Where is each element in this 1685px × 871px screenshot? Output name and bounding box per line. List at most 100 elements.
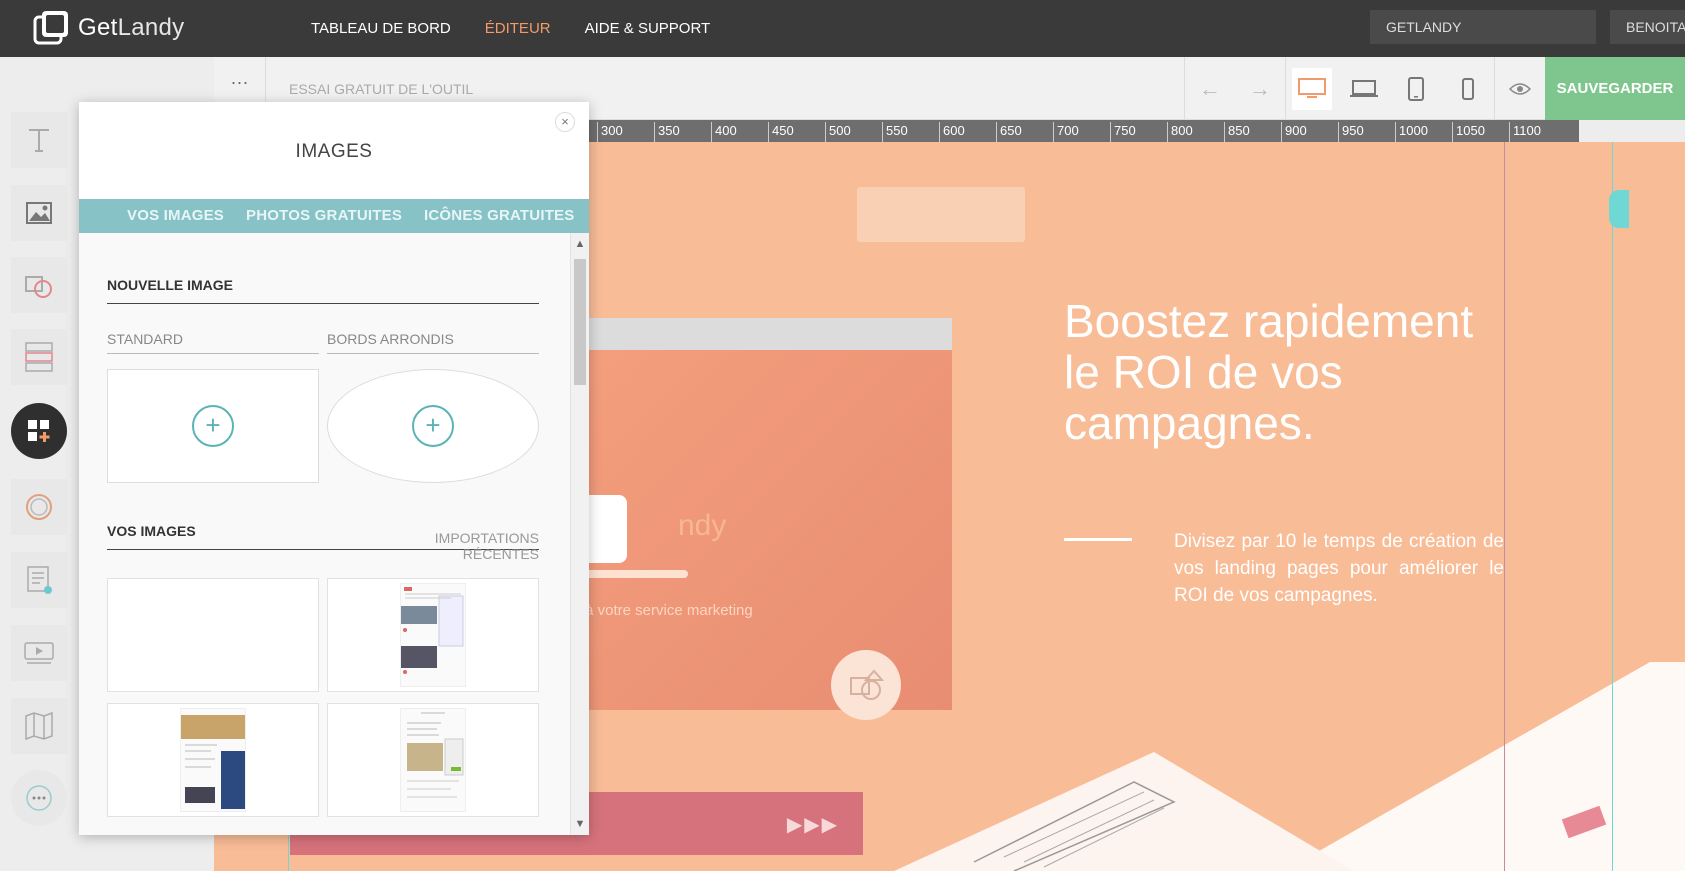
mockup-tagline: r à votre service marketing	[576, 602, 753, 619]
scroll-down-icon[interactable]: ▼	[571, 815, 589, 833]
eye-icon	[1509, 82, 1531, 95]
plus-icon: +	[192, 405, 234, 447]
desktop-icon	[1292, 67, 1332, 110]
save-button[interactable]: SAUVEGARDER	[1545, 57, 1685, 120]
more-tools-button[interactable]	[11, 770, 67, 826]
form-icon	[27, 566, 52, 594]
laptop-illustration	[874, 662, 1685, 871]
getlandy-logo[interactable]: GetLandy	[32, 8, 184, 48]
panel-scrollbar[interactable]: ▲ ▼	[570, 233, 589, 835]
logo-icon	[32, 8, 72, 48]
mobile-view-button[interactable]	[1442, 57, 1494, 120]
project-selector[interactable]: GETLANDY	[1370, 10, 1596, 44]
canvas-button-element[interactable]	[857, 187, 1025, 242]
hero-headline[interactable]: Boostez rapidement le ROI de vos campagn…	[1064, 296, 1514, 449]
ruler-tick: 1100	[1509, 122, 1541, 142]
add-text-tool[interactable]	[11, 112, 67, 168]
add-map-tool[interactable]	[11, 698, 67, 754]
ruler-tick: 450	[768, 122, 794, 142]
tablet-view-button[interactable]	[1390, 57, 1442, 120]
more-icon	[26, 785, 52, 811]
logo-text: GetLandy	[78, 14, 185, 41]
panel-content: NOUVELLE IMAGE STANDARD BORDS ARRONDIS +…	[79, 233, 589, 835]
plus-icon: +	[412, 405, 454, 447]
image-thumbnail[interactable]	[327, 703, 539, 817]
top-bar: GetLandy TABLEAU DE BORD ÉDITEUR AIDE & …	[0, 0, 1685, 57]
desktop-view-button[interactable]	[1286, 57, 1338, 120]
add-widget-tool[interactable]	[11, 403, 67, 459]
thumbnail-preview	[180, 708, 246, 812]
tablet-icon	[1396, 68, 1436, 110]
ruler-tick: 1050	[1452, 122, 1485, 142]
add-standard-image-button[interactable]: +	[107, 369, 319, 483]
grid-icon	[25, 342, 53, 372]
standard-label: STANDARD	[107, 331, 319, 354]
mockup-logo-text: ndy	[678, 509, 727, 542]
add-grid-tool[interactable]	[11, 329, 67, 385]
undo-button[interactable]: ←	[1185, 57, 1235, 120]
image-icon	[26, 202, 52, 224]
add-form-tool[interactable]	[11, 552, 67, 608]
add-video-tool[interactable]	[11, 625, 67, 681]
scroll-thumb[interactable]	[574, 259, 586, 385]
image-thumbnail[interactable]	[107, 703, 319, 817]
nav-editor[interactable]: ÉDITEUR	[485, 20, 551, 37]
nav-dashboard[interactable]: TABLEAU DE BORD	[311, 20, 451, 37]
text-icon	[29, 129, 49, 152]
arrows-icon: ▶▶▶	[786, 814, 839, 836]
add-rounded-image-button[interactable]: +	[327, 369, 539, 483]
ruler-tick: 900	[1281, 122, 1307, 142]
main-nav: TABLEAU DE BORD ÉDITEUR AIDE & SUPPORT	[311, 20, 710, 37]
thumbnail-preview	[400, 583, 466, 687]
tab-free-photos[interactable]: PHOTOS GRATUITES	[246, 199, 402, 233]
laptop-icon	[1344, 68, 1384, 110]
ruler-tick: 800	[1167, 122, 1193, 142]
shapes-icon	[25, 276, 52, 298]
ruler-tick: 500	[825, 122, 851, 142]
nav-help-support[interactable]: AIDE & SUPPORT	[585, 20, 711, 37]
redo-button[interactable]: →	[1235, 57, 1285, 120]
ruler-tick: 700	[1053, 122, 1079, 142]
preview-button[interactable]	[1495, 57, 1545, 120]
ruler-tick: 950	[1338, 122, 1364, 142]
add-button-tool[interactable]	[11, 479, 67, 535]
close-panel-button[interactable]: ×	[555, 112, 575, 132]
guide-line	[1504, 142, 1505, 871]
images-panel: × IMAGES VOS IMAGES PHOTOS GRATUITES ICÔ…	[79, 102, 589, 835]
hero-subtext[interactable]: Divisez par 10 le temps de création de v…	[1174, 528, 1504, 609]
thumbnail-preview	[400, 708, 466, 812]
undo-icon: ←	[1199, 75, 1221, 101]
ruler-tick: 600	[939, 122, 965, 142]
tab-free-icons[interactable]: ICÔNES GRATUITES	[424, 199, 574, 233]
laptop-view-button[interactable]	[1338, 57, 1390, 120]
recent-imports-link[interactable]: IMPORTATIONS RÉCENTES	[359, 530, 539, 562]
ruler-tick: 850	[1224, 122, 1250, 142]
video-icon	[24, 642, 54, 664]
ruler-tick: 400	[711, 122, 737, 142]
panel-title: IMAGES	[295, 141, 373, 162]
ruler-tick: 1000	[1395, 122, 1428, 142]
ruler-tick: 550	[882, 122, 908, 142]
panel-tabs: VOS IMAGES PHOTOS GRATUITES ICÔNES GRATU…	[79, 199, 589, 233]
tab-your-images[interactable]: VOS IMAGES	[127, 199, 224, 233]
ruler-tick: 350	[654, 122, 680, 142]
ruler-tick: 750	[1110, 122, 1136, 142]
new-image-heading: NOUVELLE IMAGE	[107, 277, 539, 304]
add-image-tool[interactable]	[11, 185, 67, 241]
redo-icon: →	[1249, 75, 1271, 101]
decorative-dash	[1064, 538, 1132, 541]
image-thumbnail[interactable]	[107, 578, 319, 692]
mockup-line	[578, 570, 688, 578]
user-menu[interactable]: BENOITA	[1610, 10, 1685, 44]
scroll-up-icon[interactable]: ▲	[571, 235, 589, 253]
mobile-icon	[1448, 68, 1488, 110]
resize-handle[interactable]	[1609, 190, 1629, 228]
add-shape-tool[interactable]	[11, 257, 67, 313]
widgets-icon	[28, 420, 50, 442]
image-thumbnail[interactable]	[327, 578, 539, 692]
page-title: ESSAI GRATUIT DE L'OUTIL	[289, 81, 474, 97]
circle-button-icon	[26, 494, 52, 520]
toolbar-actions: ← → SAUVEGARDER	[1184, 57, 1685, 120]
ruler-tick: 300	[597, 122, 623, 142]
rounded-label: BORDS ARRONDIS	[327, 331, 539, 354]
